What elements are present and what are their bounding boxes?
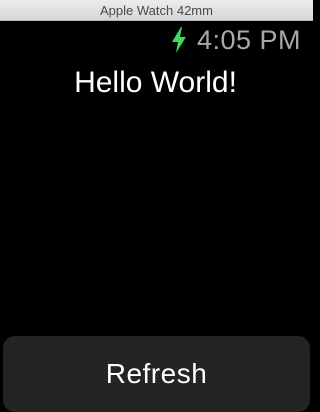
watch-screen: 4:05 PM Hello World! Refresh — [0, 21, 313, 412]
refresh-button-label: Refresh — [105, 358, 208, 389]
simulator-window: Apple Watch 42mm 4:05 PM Hello World! Re… — [0, 0, 313, 412]
status-time: 4:05 PM — [196, 25, 301, 55]
charging-bolt-icon — [171, 27, 186, 53]
greeting-label: Hello World! — [74, 66, 237, 99]
window-titlebar: Apple Watch 42mm — [0, 0, 313, 21]
window-title: Apple Watch 42mm — [100, 2, 213, 18]
status-bar: 4:05 PM — [171, 25, 301, 55]
refresh-button[interactable]: Refresh — [3, 336, 310, 412]
